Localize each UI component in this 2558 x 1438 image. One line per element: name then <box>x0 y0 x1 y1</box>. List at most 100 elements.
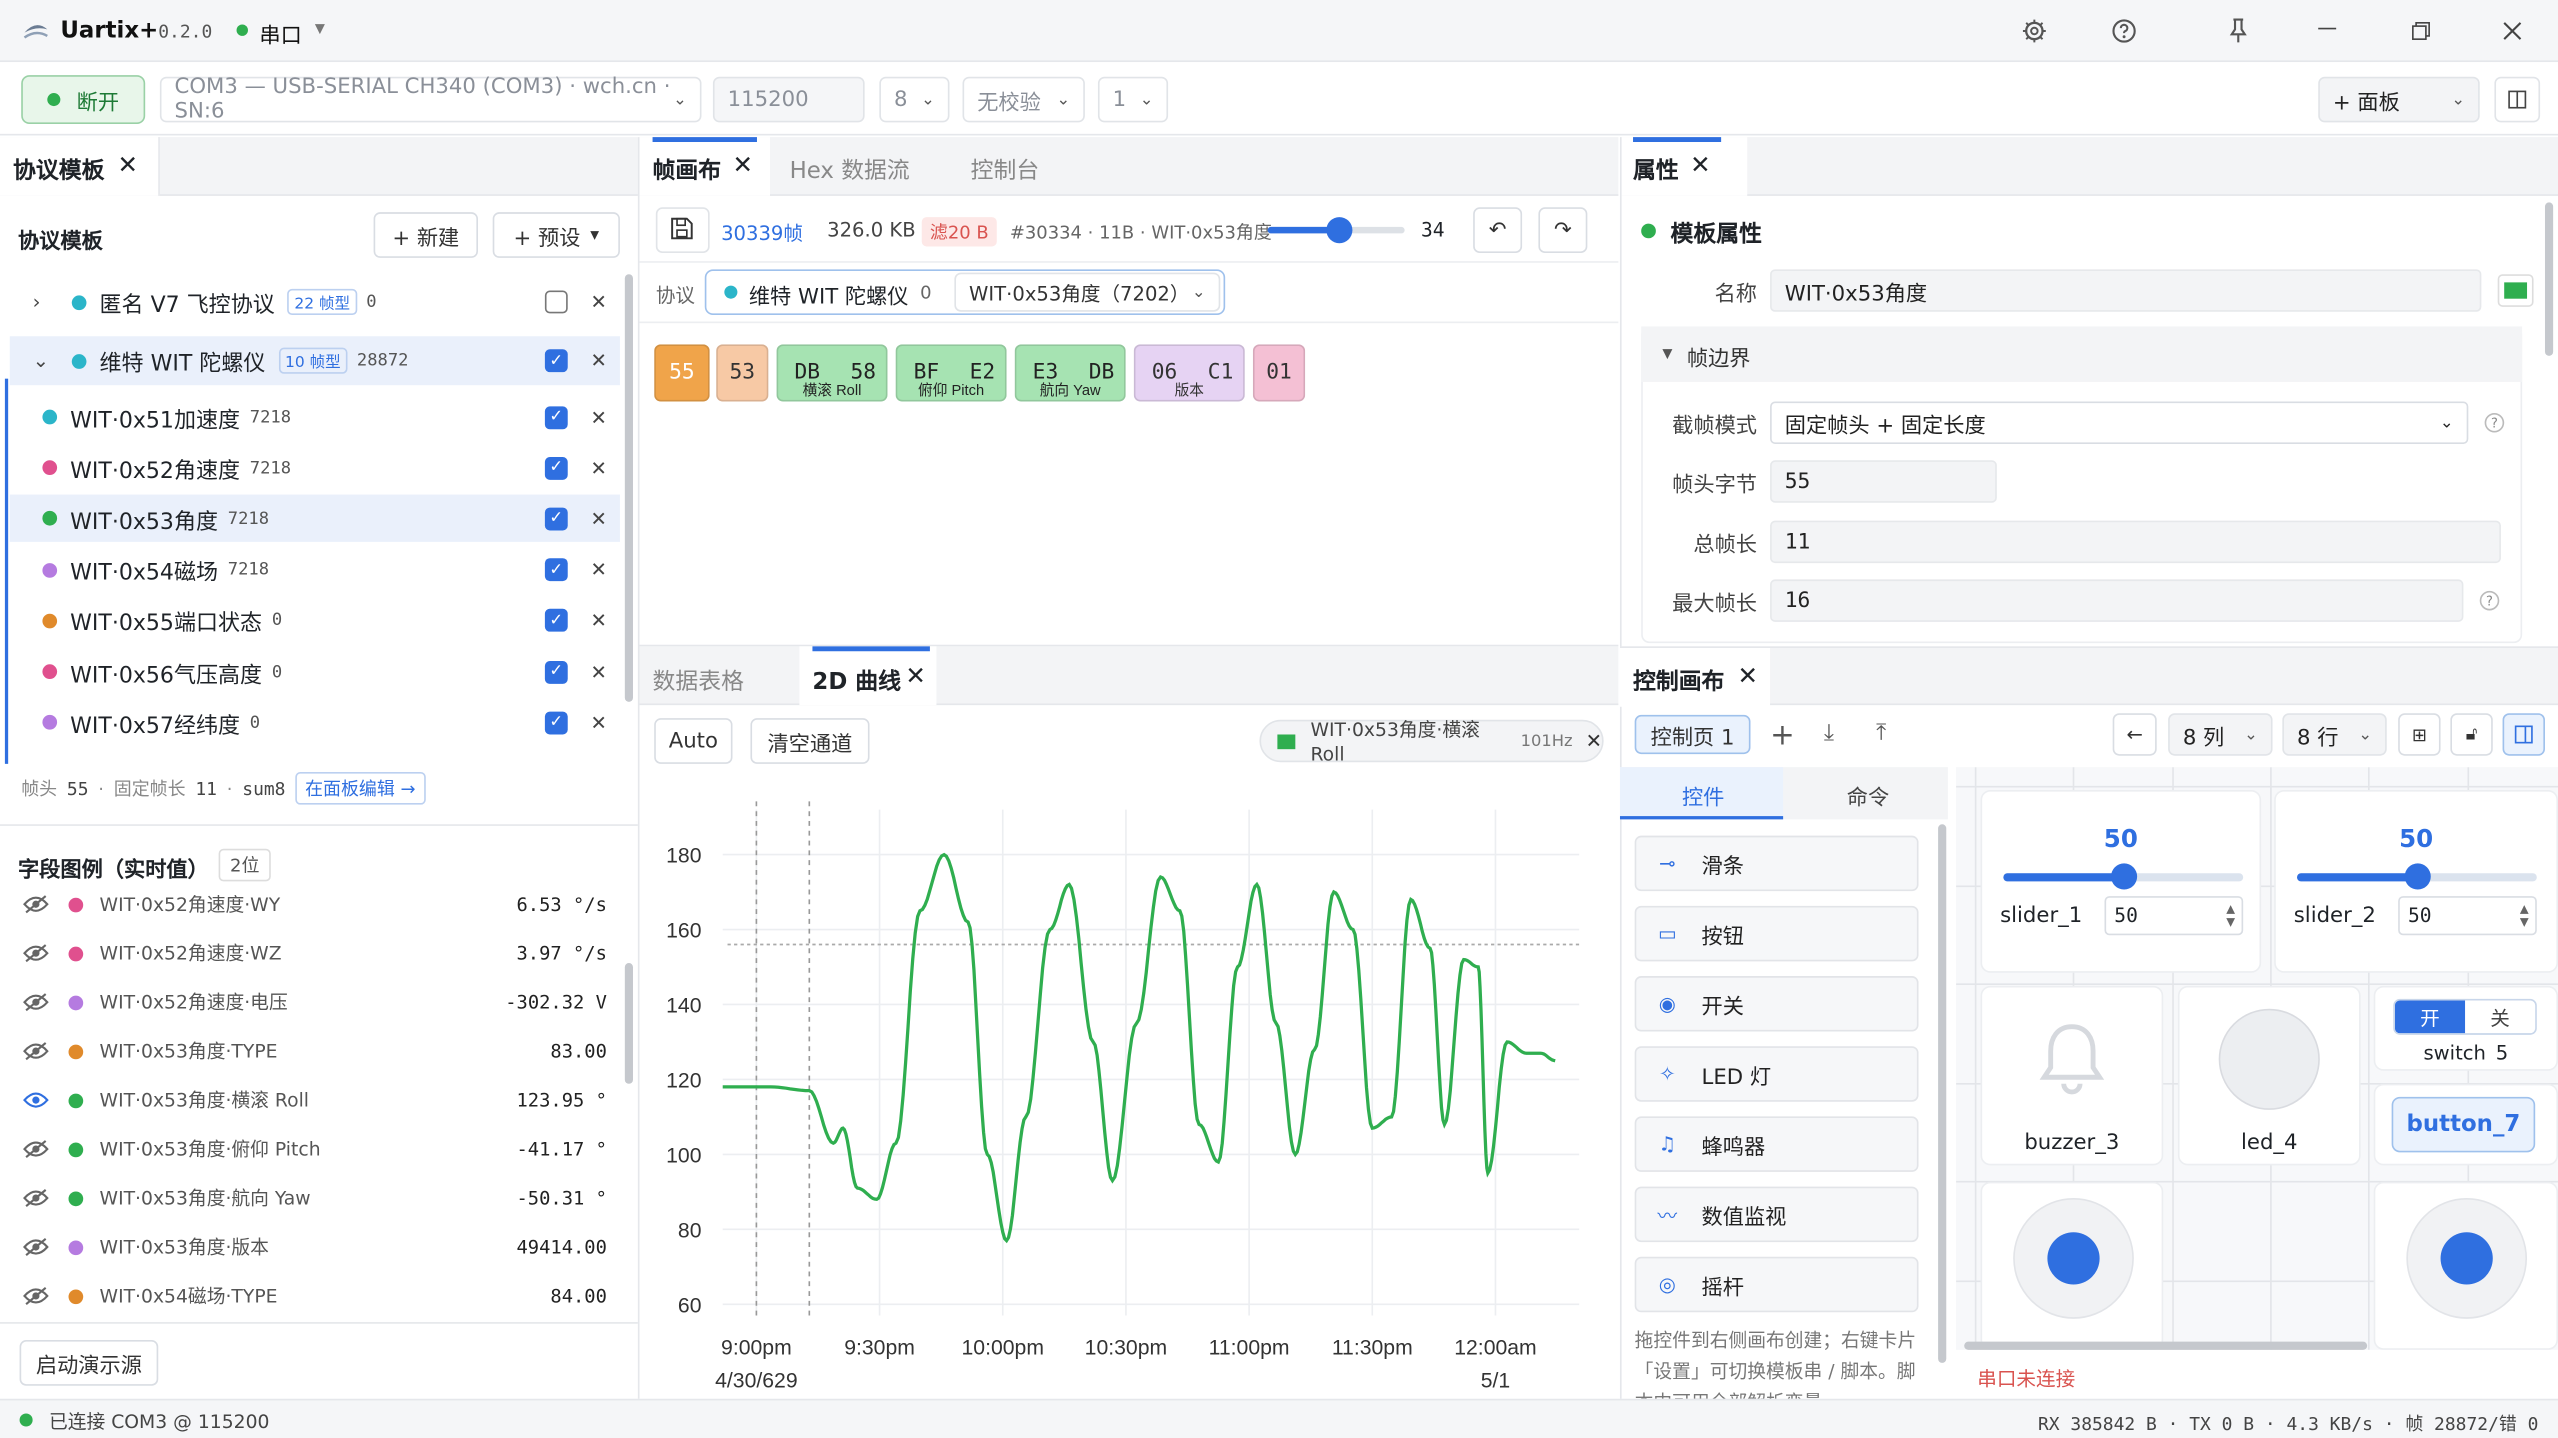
palette-scrollbar[interactable] <box>1938 824 1947 1363</box>
widget-buzzer[interactable]: ♫ 蜂鸣器 <box>1634 1116 1919 1172</box>
legend-row[interactable]: WIT·0x52角速度·WZ 3.97 °/s <box>23 929 607 978</box>
led-card[interactable]: led_4 <box>2177 985 2361 1166</box>
frame-byte[interactable]: 55 <box>654 344 710 402</box>
frame-byte[interactable]: E3 DB 航向 Yaw <box>1014 344 1126 402</box>
remove-icon[interactable]: ✕ <box>590 558 606 581</box>
head-bytes-input[interactable]: 55 <box>1770 460 1997 503</box>
frame-type-select[interactable]: WIT·0x53角度（7202） ⌄ <box>954 272 1221 312</box>
tree-item-row[interactable]: WIT·0x56气压高度 0 ✓ ✕ <box>10 648 620 695</box>
eye-off-icon[interactable] <box>23 943 49 963</box>
button-card[interactable]: button_7 <box>2373 1083 2558 1166</box>
stopbits-select[interactable]: 1 ⌄ <box>1097 76 1169 123</box>
props-scrollbar[interactable] <box>2544 202 2554 356</box>
eye-off-icon[interactable] <box>23 992 49 1012</box>
eye-off-icon[interactable] <box>23 1041 49 1061</box>
help-icon[interactable]: ? <box>2479 590 2500 611</box>
widget-joystick[interactable]: ◎ 摇杆 <box>1634 1256 1919 1313</box>
export-icon[interactable]: ⤒ <box>1876 720 1886 746</box>
spinner-icon[interactable]: ▲ ▼ <box>2520 903 2529 929</box>
item-checkbox[interactable]: ✓ <box>544 660 568 684</box>
splitter-left[interactable] <box>637 137 640 1399</box>
frame-byte[interactable]: 06 C1 版本 <box>1133 344 1245 402</box>
item-checkbox[interactable]: ✓ <box>544 405 568 429</box>
remove-icon[interactable]: ✕ <box>590 349 606 372</box>
item-checkbox[interactable]: ✓ <box>544 507 568 531</box>
parity-select[interactable]: 无校验 ⌄ <box>962 76 1085 123</box>
disconnect-button[interactable]: 断开 <box>21 75 146 125</box>
tree-item-row[interactable]: WIT·0x52角速度 7218 ✓ ✕ <box>10 444 620 491</box>
auto-scale-button[interactable]: Auto <box>654 718 733 764</box>
close-tab-icon[interactable]: ✕ <box>732 150 753 179</box>
joystick-knob[interactable] <box>2440 1232 2493 1285</box>
tree-group-row[interactable]: › 匿名 V7 飞控协议 22 帧型 0 ✕ <box>10 277 620 326</box>
legend-row[interactable]: WIT·0x52角速度·电压 -302.32 V <box>23 978 607 1027</box>
group-checkbox[interactable]: ✓ <box>544 349 568 373</box>
channel-chip[interactable]: WIT·0x53角度·横滚 Roll 101Hz ✕ <box>1259 718 1604 766</box>
eye-icon[interactable] <box>23 1090 49 1110</box>
clear-channels-button[interactable]: 清空通道 <box>750 718 870 764</box>
max-len-input[interactable]: 16 <box>1770 579 2464 622</box>
remove-icon[interactable]: ✕ <box>590 457 606 480</box>
slider-card-2[interactable]: 50 slider_2 50 ▲ ▼ <box>2274 789 2558 973</box>
total-len-input[interactable]: 11 <box>1770 520 2501 564</box>
pin-icon[interactable] <box>2227 18 2250 44</box>
item-checkbox[interactable]: ✓ <box>544 456 568 480</box>
tree-item-row[interactable]: WIT·0x57经纬度 0 ✓ ✕ <box>10 699 620 746</box>
edit-in-panel-link[interactable]: 在面板编辑 → <box>295 772 426 805</box>
settings-gear-icon[interactable] <box>2021 18 2047 44</box>
layout-toggle-button[interactable] <box>2494 76 2541 123</box>
tree-item-row[interactable]: WIT·0x54磁场 7218 ✓ ✕ <box>10 546 620 593</box>
grid-button[interactable]: ⊞ <box>2398 713 2441 756</box>
switch-card[interactable]: 开 关 switch_5 <box>2373 985 2558 1071</box>
eye-off-icon[interactable] <box>23 1188 49 1208</box>
frame-byte[interactable]: 01 <box>1252 344 1306 402</box>
remove-icon[interactable]: ✕ <box>590 507 606 530</box>
item-checkbox[interactable]: ✓ <box>544 711 568 734</box>
slider-card-1[interactable]: 50 slider_1 50 ▲ ▼ <box>1980 789 2262 973</box>
slider-2-thumb[interactable] <box>2403 863 2430 890</box>
close-tab-icon[interactable]: ✕ <box>905 661 926 690</box>
widget-led[interactable]: ✧ LED 灯 <box>1634 1046 1919 1102</box>
buzzer-card[interactable]: buzzer_3 <box>1980 985 2164 1166</box>
start-demo-button[interactable]: 启动演示源 <box>19 1340 159 1386</box>
legend-row[interactable]: WIT·0x53角度·俯仰 Pitch -41.17 ° <box>23 1125 607 1174</box>
chevron-down-icon[interactable]: ⌄ <box>33 349 53 372</box>
slider-1-input[interactable]: 50 ▲ ▼ <box>2104 896 2244 936</box>
tab-data-table[interactable]: 数据表格 <box>653 664 744 697</box>
name-input[interactable]: WIT·0x53角度 <box>1770 269 2482 312</box>
help-icon[interactable] <box>2111 18 2137 44</box>
tree-group-row[interactable]: ⌄ 维特 WIT 陀螺仪 10 帧型 28872 ✓ ✕ <box>9 336 620 386</box>
color-picker[interactable] <box>2497 274 2534 307</box>
tab-console[interactable]: 控制台 <box>971 153 1040 186</box>
button-7[interactable]: button_7 <box>2391 1096 2536 1153</box>
help-icon[interactable]: ? <box>2484 412 2505 433</box>
widget-monitor[interactable]: 〰数值监视 <box>1634 1186 1919 1243</box>
rows-select[interactable]: 8 行 ⌄ <box>2282 713 2387 756</box>
legend-row[interactable]: WIT·0x53角度·航向 Yaw -50.31 ° <box>23 1174 607 1223</box>
minimize-icon[interactable] <box>2318 27 2337 30</box>
close-tab-icon[interactable]: ✕ <box>1737 661 1758 690</box>
slider-1-thumb[interactable] <box>2110 863 2137 890</box>
tree-scrollbar[interactable] <box>624 274 633 702</box>
joystick-knob[interactable] <box>2047 1232 2100 1285</box>
frame-mode-select[interactable]: 固定帧头 + 固定长度 ⌄ <box>1770 401 2469 444</box>
save-button[interactable] <box>655 207 710 253</box>
close-tab-icon[interactable]: ✕ <box>117 150 138 179</box>
tab-hex-stream[interactable]: Hex 数据流 <box>790 153 910 186</box>
restore-icon[interactable] <box>2411 21 2431 41</box>
mode-chevron-icon[interactable]: ▼ <box>315 21 325 36</box>
item-checkbox[interactable]: ✓ <box>544 609 568 633</box>
preset-button[interactable]: + 预设 ▼ <box>492 212 620 258</box>
import-icon[interactable]: ⤓ <box>1824 720 1834 746</box>
legend-row[interactable]: WIT·0x52角速度·WY 6.53 °/s <box>23 880 607 929</box>
widget-toggle[interactable]: ◉ 开关 <box>1634 976 1919 1032</box>
grid-h-scrollbar[interactable] <box>1964 1341 2368 1350</box>
add-page-icon[interactable]: + <box>1770 718 1795 752</box>
remove-icon[interactable]: ✕ <box>590 406 606 429</box>
add-panel-select[interactable]: + 面板 ⌄ <box>2318 76 2480 123</box>
collapse-caret-icon[interactable]: ▼ <box>1662 346 1672 361</box>
series-line-0[interactable] <box>722 852 1556 1244</box>
back-button[interactable]: ← <box>2112 713 2157 756</box>
sidebar-toggle-button[interactable] <box>2502 713 2545 756</box>
eye-off-icon[interactable] <box>23 1286 49 1306</box>
